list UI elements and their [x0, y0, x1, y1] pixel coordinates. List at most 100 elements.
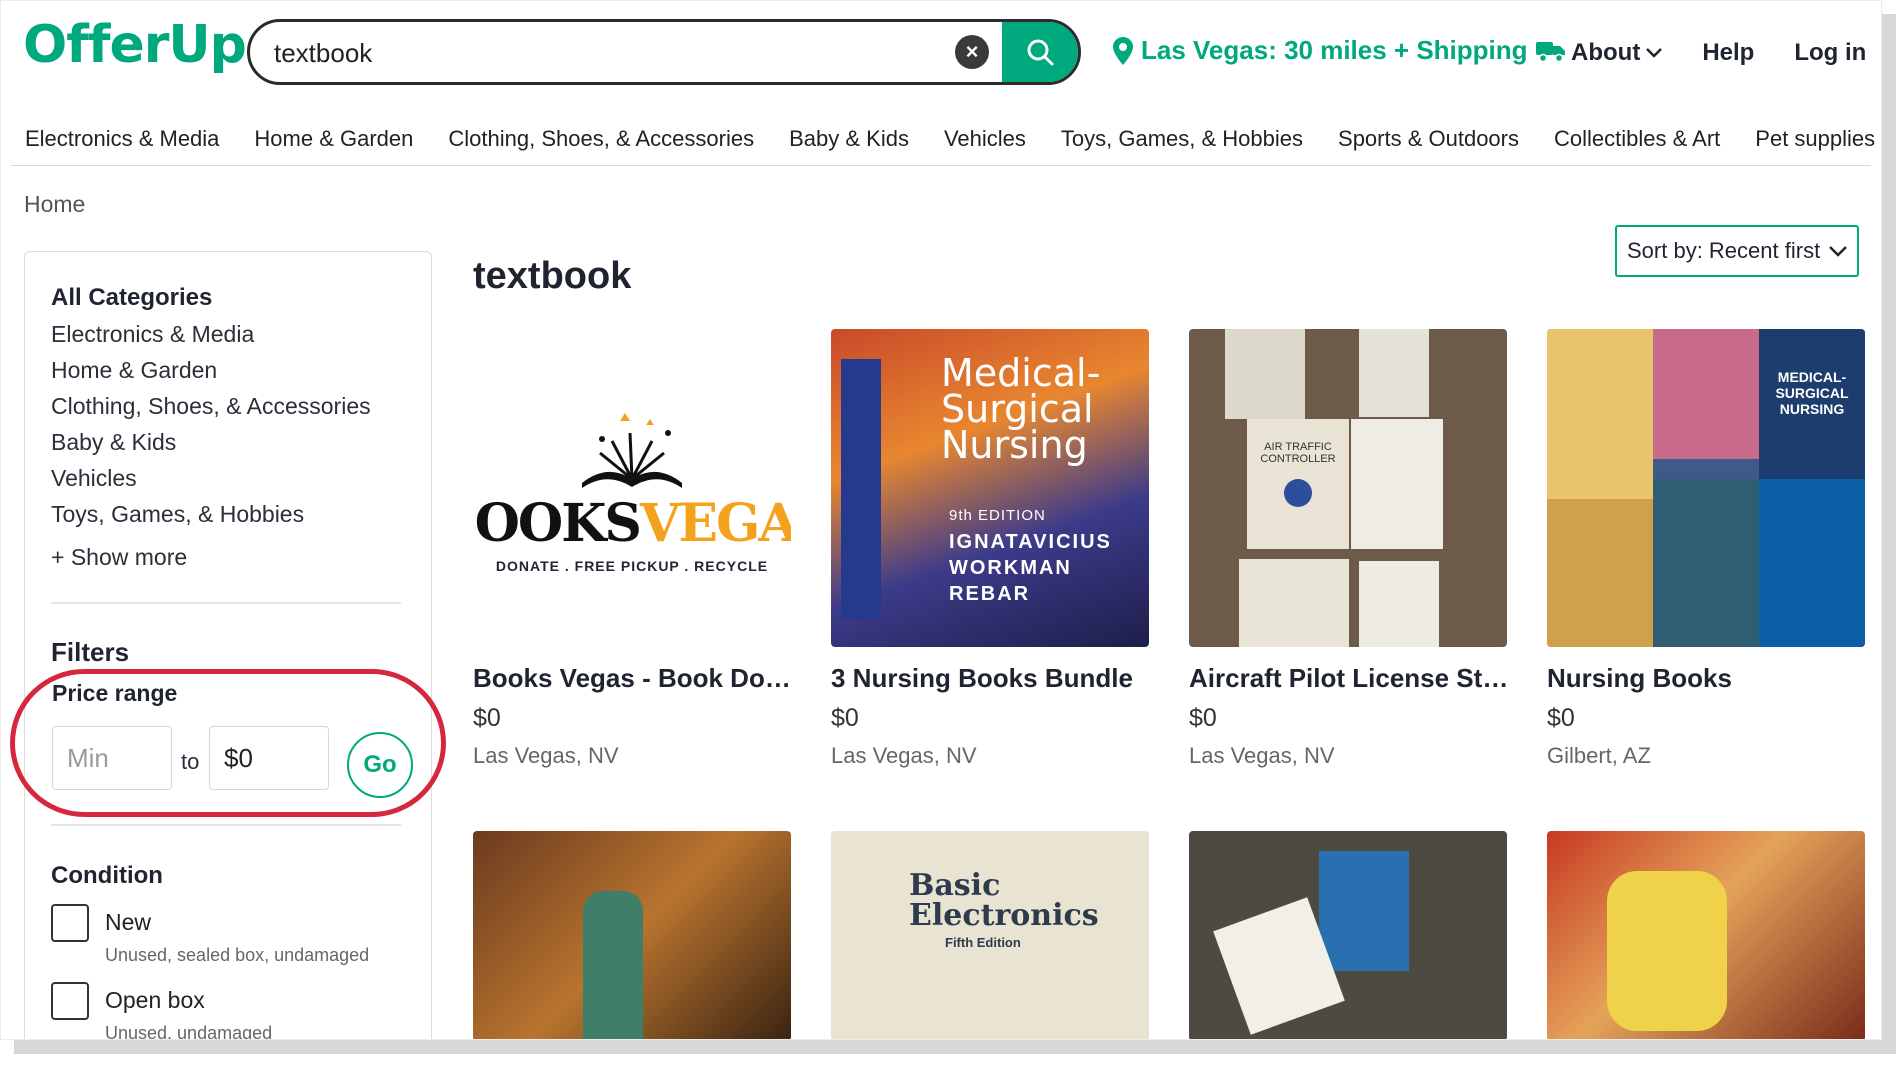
image-text: AIR TRAFFIC CONTROLLER	[1260, 441, 1336, 465]
breadcrumb[interactable]: Home	[24, 191, 85, 218]
image-text: BOOKS	[473, 492, 642, 554]
book-cover-shape	[1653, 329, 1759, 459]
listing-image[interactable]	[1189, 831, 1507, 1039]
listing-location: Gilbert, AZ	[1547, 743, 1651, 768]
image-text: VEGAS	[639, 492, 791, 554]
sidebar-category-item[interactable]: Toys, Games, & Hobbies	[51, 501, 304, 528]
image-text: REBAR	[949, 583, 1031, 605]
image-text: Basic Electronics	[909, 868, 1099, 933]
listing-image[interactable]	[473, 831, 791, 1039]
statue-shape	[583, 891, 643, 1039]
book-emblem	[1284, 479, 1312, 507]
book-cover-shape	[841, 359, 881, 619]
listing-image[interactable]: BOOKS VEGAS DONATE . FREE PICKUP . RECYC…	[473, 329, 791, 647]
category-link[interactable]: Baby & Kids	[789, 126, 909, 152]
book-cover-shape: MEDICAL-SURGICAL NURSING	[1759, 329, 1865, 479]
condition-new-checkbox[interactable]	[51, 904, 89, 942]
listing-card[interactable]: Medical- Surgical Nursing 9th EDITION IG…	[831, 329, 1149, 768]
category-link[interactable]: Toys, Games, & Hobbies	[1061, 126, 1303, 152]
listing-title[interactable]: Nursing Books	[1547, 663, 1877, 694]
listing-image[interactable]	[1547, 831, 1865, 1039]
login-link[interactable]: Log in	[1794, 39, 1866, 67]
book-cover-shape	[1225, 329, 1305, 419]
image-text: Nursing	[941, 423, 1088, 467]
book-cover-shape	[1359, 561, 1439, 647]
category-nav: Electronics & Media Home & Garden Clothi…	[11, 113, 1875, 166]
show-more-link[interactable]: + Show more	[51, 544, 187, 571]
condition-open-box-checkbox[interactable]	[51, 982, 89, 1020]
book-cover-shape	[1759, 479, 1865, 647]
about-menu[interactable]: About	[1571, 39, 1663, 67]
listing-price: $0	[1189, 704, 1217, 732]
image-text: Surgical	[941, 387, 1094, 431]
offerup-logo[interactable]: OfferUp	[23, 15, 247, 75]
location-selector[interactable]: Las Vegas: 30 miles + Shipping	[1113, 35, 1566, 66]
image-text: IGNATAVICIUS	[949, 531, 1112, 553]
firefighter-shape	[1607, 871, 1727, 1031]
book-cover-shape: AIR TRAFFIC CONTROLLER	[1247, 419, 1349, 549]
book-cover-shape	[1653, 479, 1759, 647]
listing-title[interactable]: Aircraft Pilot License Stu...	[1189, 663, 1519, 694]
search-bar[interactable]: textbook ×	[247, 19, 1081, 85]
filters-heading: Filters	[51, 637, 130, 667]
book-cover-shape	[1351, 419, 1443, 549]
results-title: textbook	[473, 255, 632, 297]
listing-card[interactable]: AIR TRAFFIC CONTROLLER Aircraft Pilot Li…	[1189, 329, 1519, 768]
sidebar-category-item[interactable]: Clothing, Shoes, & Accessories	[51, 393, 371, 420]
listing-image[interactable]: MEDICAL-SURGICAL NURSING	[1547, 329, 1865, 647]
listing-price: $0	[1547, 704, 1575, 732]
category-link[interactable]: Electronics & Media	[25, 126, 219, 152]
about-label: About	[1571, 39, 1641, 66]
listing-image[interactable]: Basic Electronics Fifth Edition	[831, 831, 1149, 1039]
search-button[interactable]	[1002, 22, 1078, 82]
highlight-annotation	[10, 669, 446, 817]
category-link[interactable]: Home & Garden	[254, 126, 413, 152]
category-link[interactable]: Pet supplies	[1755, 126, 1875, 152]
listing-title[interactable]: 3 Nursing Books Bundle	[831, 663, 1161, 694]
book-cover-shape	[1547, 329, 1653, 499]
listing-image[interactable]: Medical- Surgical Nursing 9th EDITION IG…	[831, 329, 1149, 647]
sidebar-category-item[interactable]: Vehicles	[51, 465, 137, 492]
listing-price: $0	[473, 704, 501, 732]
image-text: Medical-	[941, 351, 1101, 395]
chevron-down-icon	[1646, 48, 1663, 58]
shipping-truck-icon	[1535, 39, 1566, 63]
book-cover-shape	[1319, 851, 1409, 971]
search-input[interactable]: textbook	[274, 38, 372, 69]
help-link[interactable]: Help	[1702, 39, 1754, 67]
category-link[interactable]: Clothing, Shoes, & Accessories	[448, 126, 754, 152]
condition-description: Unused, sealed box, undamaged	[105, 945, 370, 965]
image-text: Fifth Edition	[945, 935, 1021, 950]
browser-window: OfferUp textbook × Las Vegas: 30 miles +…	[0, 0, 1882, 1040]
sort-dropdown[interactable]: Sort by: Recent first	[1615, 225, 1859, 277]
book-cover-shape	[1359, 329, 1429, 417]
clear-search-icon[interactable]: ×	[955, 35, 989, 69]
filter-sidebar: All Categories Electronics & Media Home …	[24, 251, 432, 1040]
divider	[51, 824, 401, 826]
sidebar-category-item[interactable]: Home & Garden	[51, 357, 217, 384]
sidebar-category-item[interactable]: Baby & Kids	[51, 429, 176, 456]
category-link[interactable]: Sports & Outdoors	[1338, 126, 1519, 152]
sidebar-category-item[interactable]: Electronics & Media	[51, 321, 254, 348]
image-text: DONATE . FREE PICKUP . RECYCLE	[495, 557, 769, 574]
search-icon	[1027, 39, 1054, 66]
book-cover-shape	[1239, 559, 1349, 647]
listing-image[interactable]: AIR TRAFFIC CONTROLLER	[1189, 329, 1507, 647]
listing-card[interactable]: MEDICAL-SURGICAL NURSING Nursing Books $…	[1547, 329, 1865, 768]
condition-description: Unused, undamaged	[105, 1023, 273, 1040]
top-links: About Help Log in	[1571, 39, 1866, 67]
condition-heading: Condition	[51, 862, 163, 889]
all-categories-heading[interactable]: All Categories	[51, 284, 212, 312]
condition-label[interactable]: New	[105, 909, 151, 936]
location-text: Las Vegas: 30 miles + Shipping	[1141, 35, 1528, 65]
category-link[interactable]: Vehicles	[944, 126, 1026, 152]
listing-location: Las Vegas, NV	[831, 743, 977, 768]
location-pin-icon	[1113, 36, 1133, 65]
listing-card[interactable]: BOOKS VEGAS DONATE . FREE PICKUP . RECYC…	[473, 329, 803, 768]
image-text: MEDICAL-SURGICAL NURSING	[1775, 369, 1849, 417]
category-link[interactable]: Collectibles & Art	[1554, 126, 1720, 152]
condition-label[interactable]: Open box	[105, 987, 205, 1014]
image-text: WORKMAN	[949, 557, 1072, 579]
listing-title[interactable]: Books Vegas - Book Dona...	[473, 663, 803, 694]
listing-location: Las Vegas, NV	[473, 743, 619, 768]
